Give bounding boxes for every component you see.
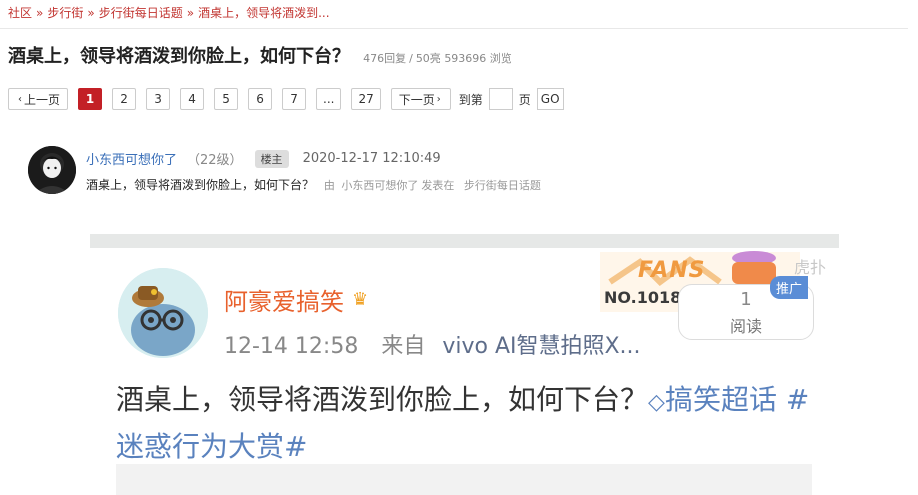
breadcrumb-street[interactable]: 步行街 (47, 6, 83, 20)
crown-icon: ♛ (352, 289, 369, 310)
page-button-27[interactable]: 27 (351, 88, 381, 110)
weibo-topic-super: 搞笑超话 (664, 383, 777, 416)
by-label: 由 (323, 179, 335, 192)
author-avatar[interactable] (28, 146, 76, 194)
author-level: （22级） (187, 153, 243, 168)
breadcrumb-separator: » (87, 6, 95, 20)
post-time: 2020-12-17 12:10:49 (302, 151, 441, 166)
page-button-2[interactable]: 2 (112, 88, 137, 110)
prev-page-label: 上一页 (24, 92, 61, 107)
next-page-button[interactable]: 下一页 › (390, 88, 451, 110)
thread-stats: 476回复/50亮 593696 浏览 (363, 50, 512, 66)
author-name-link[interactable]: 小东西可想你了 (86, 149, 177, 168)
page-button-7[interactable]: 7 (282, 88, 307, 110)
goto-unit: 页 (518, 92, 531, 107)
breadcrumb: 社区» 步行街» 步行街每日话题» 酒桌上，领导将酒泼到... (8, 4, 330, 21)
summary-author-link[interactable]: 小东西可想你了 (341, 179, 418, 192)
goto-button[interactable]: GO (536, 88, 564, 110)
avatar-illustration-icon (28, 146, 76, 194)
promo-tag: 推广 (770, 276, 809, 299)
header-divider (0, 28, 908, 29)
goto-page-input[interactable] (488, 88, 513, 110)
page-button-6[interactable]: 6 (248, 88, 273, 110)
view-count: 593696 浏览 (444, 52, 512, 65)
post-summary-text: 酒桌上，领导将酒泼到你脸上，如何下台？ (86, 178, 315, 192)
weibo-post-body: 酒桌上，领导将酒泼到你脸上，如何下台？ (116, 383, 649, 416)
weibo-user-name: 阿豪爱搞笑 ♛ (224, 282, 368, 317)
page-title: 酒桌上，领导将酒泼到你脸上，如何下台？ (8, 46, 350, 67)
posted-in-label: 发表在 (421, 179, 455, 192)
watermark: 虎扑 (794, 258, 827, 277)
board-link[interactable]: 步行街每日话题 (464, 179, 541, 192)
page-ellipsis[interactable]: ... (316, 88, 342, 110)
post-summary-meta: 由 小东西可想你了 发表在 步行街每日话题 (324, 179, 541, 192)
chevron-left-icon: ‹ (18, 93, 22, 105)
pagination: ‹ 上一页 1 2 3 4 5 6 7 ... 27 下一页 › 到第 页 GO (8, 88, 564, 110)
breadcrumb-community[interactable]: 社区 (8, 6, 32, 20)
goto-label: 到第 (458, 92, 483, 107)
prev-page-button[interactable]: ‹ 上一页 (8, 88, 69, 110)
op-badge: 楼主 (254, 149, 289, 168)
weibo-meta: 12-14 12:58 来自 vivo AI智慧拍照X... (224, 328, 641, 360)
weibo-source-prefix: 来自 (381, 334, 426, 359)
page-button-4[interactable]: 4 (180, 88, 205, 110)
post-author-line: 小东西可想你了 （22级） 楼主 2020-12-17 12:10:49 (86, 149, 441, 168)
read-label: 阅读 (729, 317, 762, 336)
weibo-post-text: 酒桌上，领导将酒泼到你脸上，如何下台？◇搞笑超话 #迷惑行为大赏# (116, 378, 816, 469)
post-embedded-image: 阿豪爱搞笑 ♛ 12-14 12:58 来自 vivo AI智慧拍照X... F… (90, 234, 839, 495)
title-row: 酒桌上，领导将酒泼到你脸上，如何下台？ 476回复/50亮 593696 浏览 (8, 42, 512, 68)
embed-media-placeholder (116, 464, 812, 495)
embed-top-bar (90, 234, 839, 248)
weibo-user-name-text: 阿豪爱搞笑 (224, 288, 344, 316)
cat-avatar-icon (118, 268, 208, 358)
post-summary-line: 酒桌上，领导将酒泼到你脸上，如何下台？ 由 小东西可想你了 发表在 步行街每日话题 (86, 176, 541, 193)
weibo-time: 12-14 12:58 (224, 334, 359, 359)
page-button-1[interactable]: 1 (78, 88, 103, 110)
reply-count: 476回复 (363, 52, 407, 65)
weibo-device: vivo AI智慧拍照X... (442, 334, 641, 359)
breadcrumb-separator: » (186, 6, 195, 20)
page-button-3[interactable]: 3 (146, 88, 171, 110)
breadcrumb-daily-topic[interactable]: 步行街每日话题 (99, 6, 183, 20)
page-button-5[interactable]: 5 (214, 88, 239, 110)
next-page-label: 下一页 (398, 92, 435, 107)
breadcrumb-current[interactable]: 酒桌上，领导将酒泼到... (198, 6, 329, 20)
breadcrumb-separator: » (36, 6, 44, 20)
fans-number: NO.1018 (604, 288, 682, 307)
weibo-user-avatar (118, 268, 208, 358)
diamond-icon: ◇ (648, 390, 665, 415)
fans-word: FANS (638, 258, 706, 283)
stats-separator: / (409, 52, 413, 65)
chevron-right-icon: › (436, 93, 441, 105)
like-count: 50亮 (415, 52, 441, 65)
